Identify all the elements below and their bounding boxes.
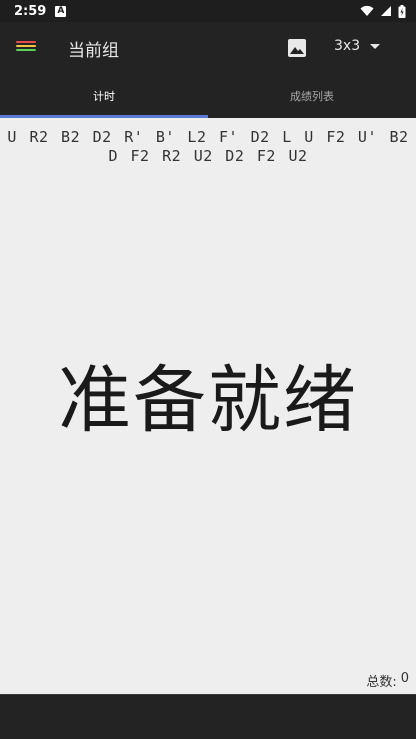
menu-line-green: [16, 49, 36, 51]
status-left: 2:59 A: [14, 3, 67, 19]
tab-timer[interactable]: 计时: [0, 74, 208, 118]
menu-line-red: [16, 41, 36, 43]
wifi-icon: [360, 5, 374, 16]
total-count: 总数: 0: [366, 671, 409, 690]
hamburger-icon[interactable]: [16, 41, 36, 55]
puzzle-selector[interactable]: 3x3: [334, 38, 381, 54]
status-icons: [360, 4, 406, 18]
timer-area[interactable]: U R2 B2 D2 R' B' L2 F' D2 L U F2 U' B2 D…: [0, 118, 416, 694]
page-title[interactable]: 当前组: [68, 36, 119, 61]
puzzle-label: 3x3: [334, 38, 361, 54]
scramble-text[interactable]: U R2 B2 D2 R' B' L2 F' D2 L U F2 U' B2 D…: [6, 128, 410, 166]
tab-results-list[interactable]: 成绩列表: [208, 74, 416, 118]
menu-line-yellow: [16, 45, 36, 47]
tab-timer-label: 计时: [93, 90, 115, 103]
app-bar: 当前组 3x3: [0, 22, 416, 74]
status-bar: 2:59 A: [0, 0, 416, 22]
battery-icon: [398, 4, 406, 18]
status-time: 2:59: [14, 3, 47, 19]
image-icon[interactable]: [287, 38, 307, 58]
bottom-bar: [0, 694, 416, 739]
dropdown-arrow-icon: [370, 43, 381, 49]
total-count-value: 0: [400, 671, 409, 686]
signal-icon: [381, 6, 391, 16]
timer-display: 准备就绪: [58, 358, 358, 443]
notification-a-icon: A: [55, 5, 67, 17]
tab-bar: 计时 成绩列表: [0, 74, 416, 118]
total-count-label: 总数:: [366, 675, 397, 690]
tab-results-label: 成绩列表: [290, 90, 334, 103]
